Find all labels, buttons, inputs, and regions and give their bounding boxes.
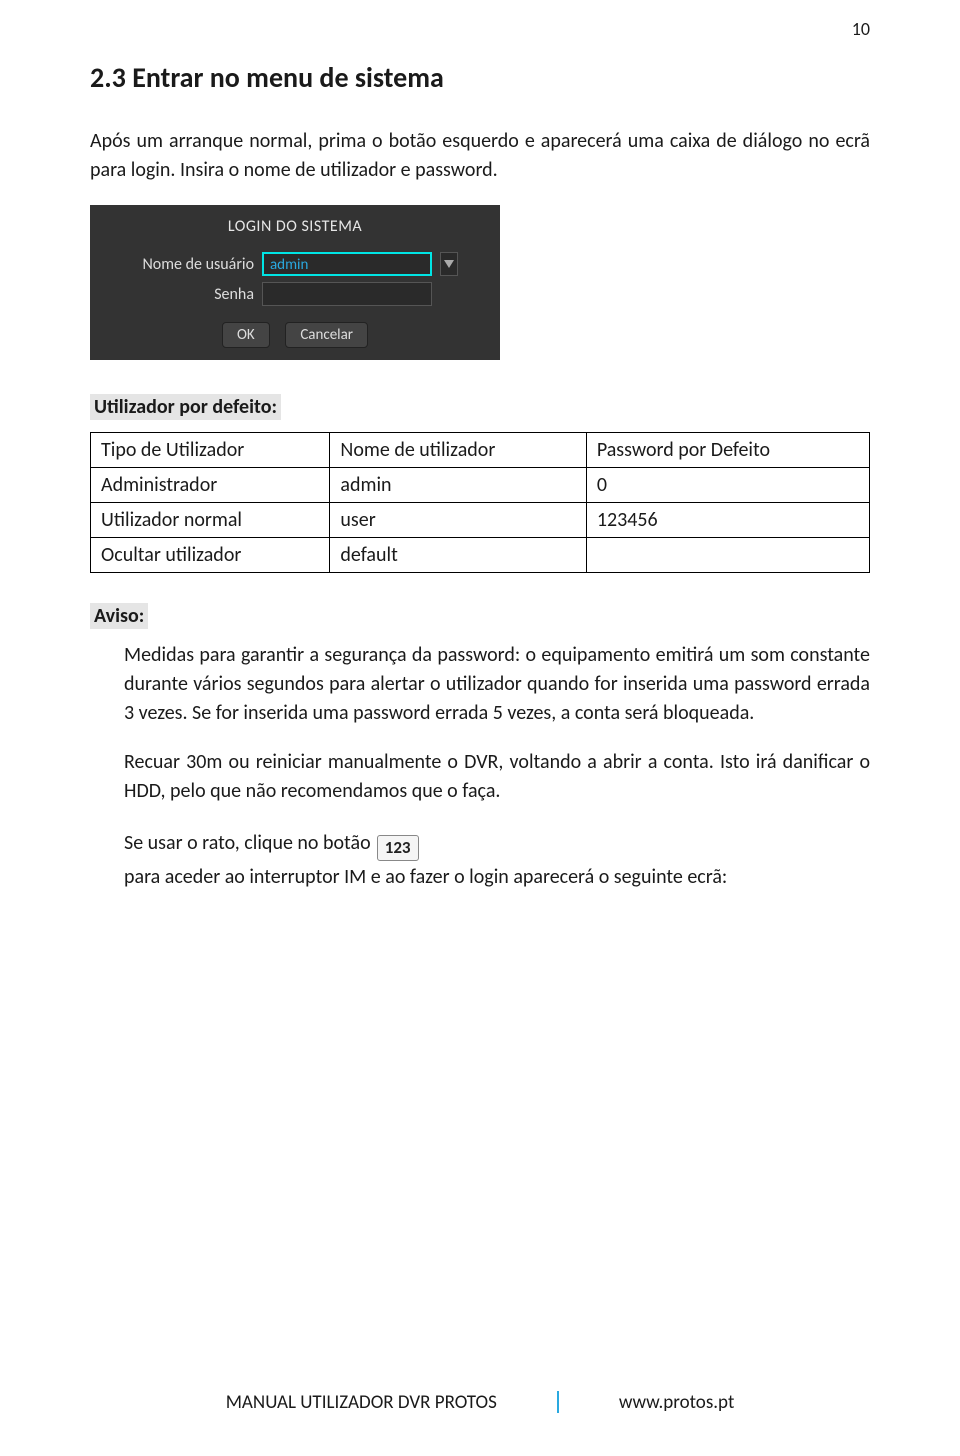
table-cell: default (330, 538, 586, 573)
table-cell: 0 (586, 468, 869, 503)
defaults-label: Utilizador por defeito: (90, 394, 281, 420)
aviso-paragraph-3: Se usar o rato, clique no botão 123 para… (90, 826, 870, 894)
login-title: LOGIN DO SISTEMA (104, 213, 486, 246)
table-header-cell: Password por Defeito (586, 433, 869, 468)
ok-button[interactable]: OK (222, 322, 270, 348)
aviso-text-before: Se usar o rato, clique no botão (124, 826, 371, 860)
table-row: Utilizador normal user 123456 (91, 503, 870, 538)
table-cell: Utilizador normal (91, 503, 330, 538)
page-number: 10 (852, 18, 870, 40)
footer-url: www.protos.pt (619, 1391, 734, 1414)
table-cell: admin (330, 468, 586, 503)
aviso-paragraph-1: Medidas para garantir a segurança da pas… (90, 641, 870, 728)
table-cell: Administrador (91, 468, 330, 503)
username-label: Nome de usuário (104, 255, 254, 274)
intro-paragraph: Após um arranque normal, prima o botão e… (90, 127, 870, 185)
cancel-button[interactable]: Cancelar (285, 322, 368, 348)
password-label: Senha (104, 285, 254, 304)
numeric-keypad-icon: 123 (377, 835, 419, 861)
table-cell (586, 538, 869, 573)
username-dropdown-icon[interactable] (440, 252, 458, 276)
table-row: Administrador admin 0 (91, 468, 870, 503)
aviso-text-after: para aceder ao interruptor IM e ao fazer… (124, 860, 727, 894)
aviso-paragraph-2: Recuar 30m ou reiniciar manualmente o DV… (90, 748, 870, 806)
page-footer: MANUAL UTILIZADOR DVR PROTOS www.protos.… (0, 1391, 960, 1414)
username-input[interactable]: admin (262, 252, 432, 276)
table-row: Ocultar utilizador default (91, 538, 870, 573)
defaults-table: Tipo de Utilizador Nome de utilizador Pa… (90, 432, 870, 573)
table-cell: Ocultar utilizador (91, 538, 330, 573)
password-input[interactable] (262, 282, 432, 306)
footer-divider (557, 1391, 559, 1413)
table-header-cell: Nome de utilizador (330, 433, 586, 468)
table-cell: 123456 (586, 503, 869, 538)
section-heading: 2.3 Entrar no menu de sistema (90, 60, 870, 95)
footer-manual-title: MANUAL UTILIZADOR DVR PROTOS (226, 1391, 497, 1414)
aviso-label: Aviso: (90, 603, 148, 629)
login-dialog: LOGIN DO SISTEMA Nome de usuário admin S… (90, 205, 500, 360)
table-header-cell: Tipo de Utilizador (91, 433, 330, 468)
table-cell: user (330, 503, 586, 538)
table-header-row: Tipo de Utilizador Nome de utilizador Pa… (91, 433, 870, 468)
